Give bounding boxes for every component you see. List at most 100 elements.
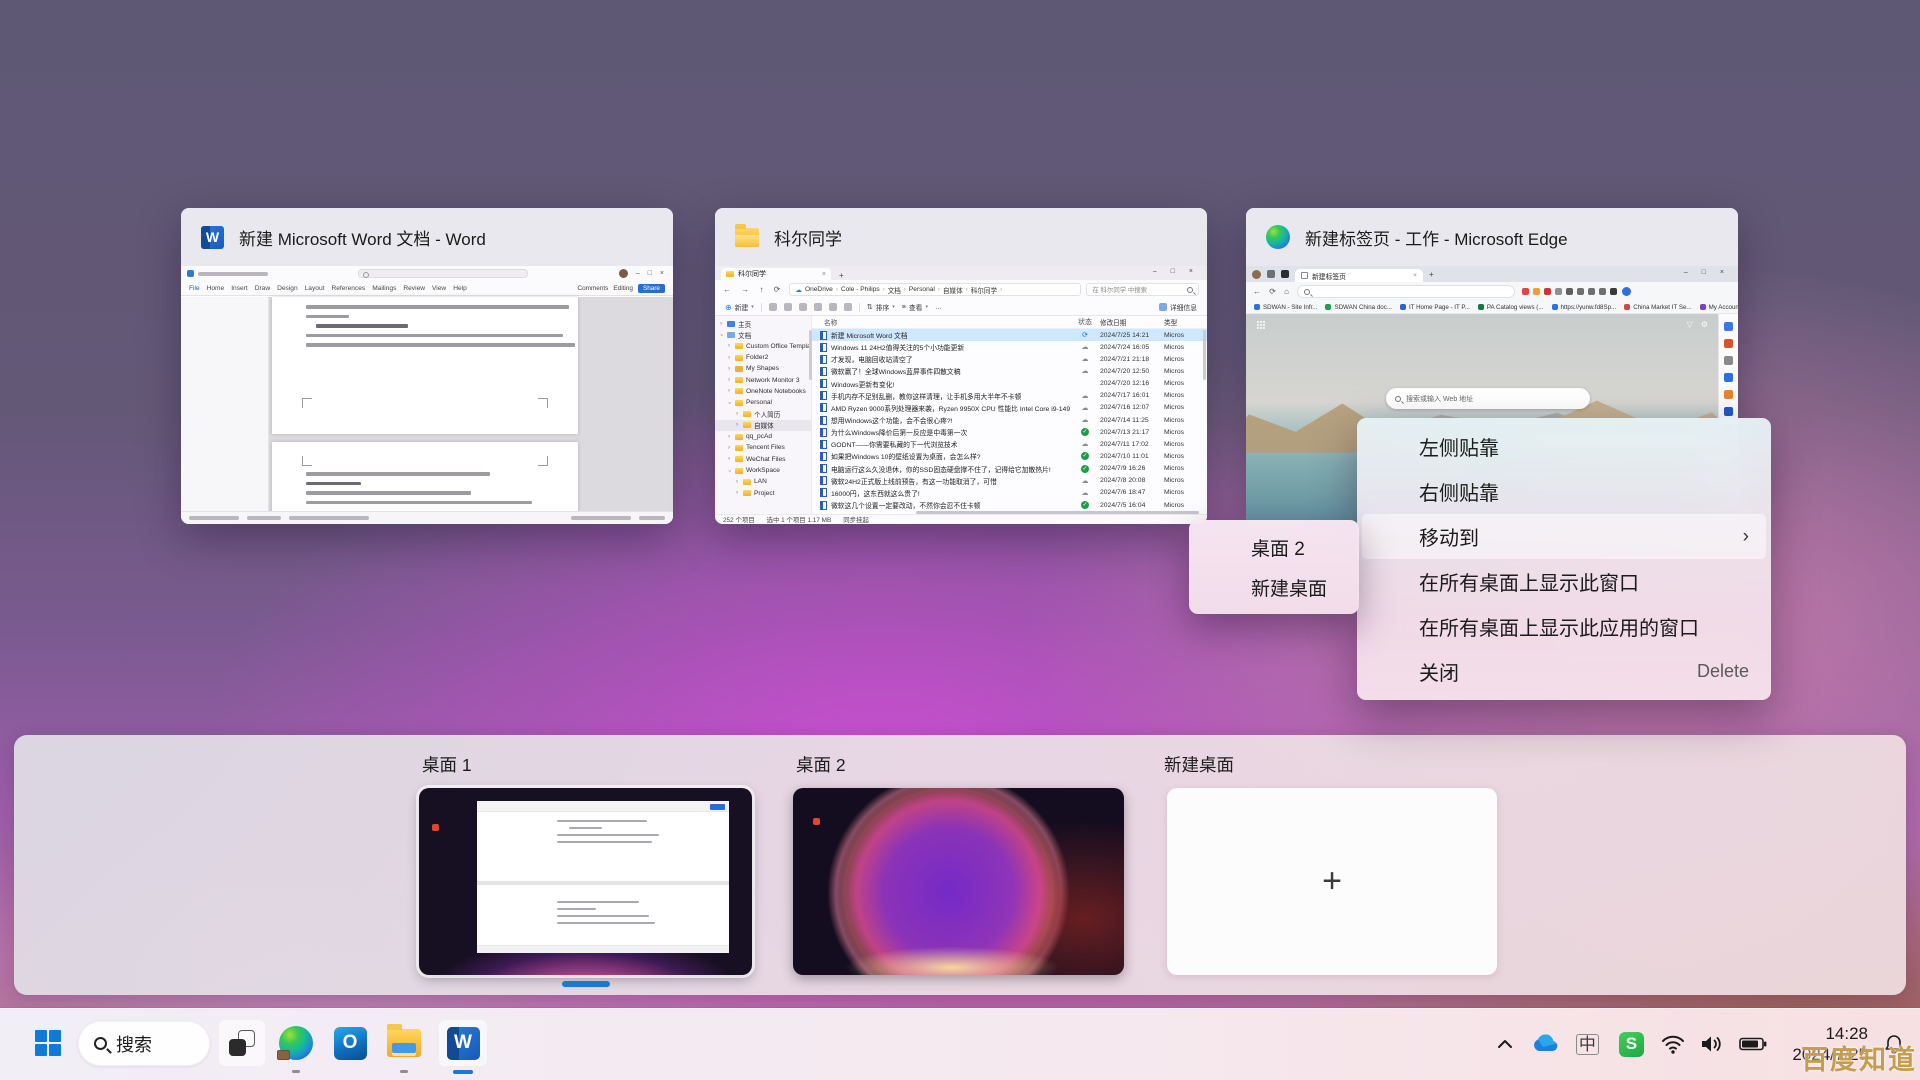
ribbon-share-button[interactable]: Share bbox=[638, 284, 665, 293]
ribbon-comments-button[interactable]: Comments bbox=[577, 285, 608, 292]
file-row[interactable]: 新建 Microsoft Word 文档⟳2024/7/25 14:21Micr… bbox=[812, 329, 1207, 341]
tray-chevron-up-icon[interactable] bbox=[1488, 1039, 1522, 1049]
file-row[interactable]: 为什么Windows降价后第一反应是中毒第一次✓2024/7/13 21:17M… bbox=[812, 426, 1207, 438]
submenu-item-0[interactable]: 桌面 2 bbox=[1189, 527, 1359, 567]
ribbon-tab-draw[interactable]: Draw bbox=[255, 285, 270, 292]
window-header-explorer[interactable]: 科尔同学 bbox=[715, 208, 1207, 266]
file-row[interactable]: 微软赢了！全球Windows蓝屏事件四散文稿☁2024/7/20 12:50Mi… bbox=[812, 365, 1207, 377]
breadcrumb-segment[interactable]: Personal bbox=[909, 286, 935, 293]
extension-gray-icon[interactable] bbox=[1555, 288, 1562, 295]
onedrive-icon[interactable] bbox=[1522, 1034, 1566, 1054]
ribbon-tab-layout[interactable]: Layout bbox=[305, 285, 325, 292]
file-row[interactable]: 手机内存不足别乱删，教你这样清理，让手机多用大半年不卡顿☁2024/7/17 1… bbox=[812, 390, 1207, 402]
bookmark-item[interactable]: IT Home Page - IT P... bbox=[1400, 304, 1470, 311]
bookmark-item[interactable]: My Account | BT Sc... bbox=[1700, 304, 1738, 311]
sidebar-item[interactable]: ›主页 bbox=[715, 318, 811, 329]
sidebar-item[interactable]: ›自媒体 bbox=[715, 420, 811, 431]
file-row[interactable]: AMD Ryzen 9000系列处理器来袭，Ryzen 9950X CPU 性能… bbox=[812, 402, 1207, 414]
sidebar-item[interactable]: ›OneNote Notebooks bbox=[715, 386, 811, 397]
new-desktop-tile[interactable]: + bbox=[1167, 788, 1497, 975]
desktop-2-thumbnail[interactable] bbox=[793, 788, 1124, 975]
window-header-word[interactable]: W 新建 Microsoft Word 文档 - Word bbox=[181, 208, 673, 266]
start-button[interactable] bbox=[24, 1019, 72, 1067]
sogou-icon[interactable]: S bbox=[1608, 1032, 1654, 1057]
sidebar-item[interactable]: ›Network Monitor 3 bbox=[715, 374, 811, 385]
breadcrumb-segment[interactable]: 文档 bbox=[888, 285, 901, 295]
vertical-scrollbar[interactable] bbox=[1203, 330, 1206, 380]
ribbon-tab-review[interactable]: Review bbox=[403, 285, 425, 292]
taskbar-edge-button[interactable] bbox=[272, 1019, 320, 1067]
ribbon-tab-design[interactable]: Design bbox=[277, 285, 298, 292]
breadcrumb-segment[interactable]: 自媒体 bbox=[943, 285, 963, 295]
sidebar-item[interactable]: ›My Shapes bbox=[715, 363, 811, 374]
menu-item-3[interactable]: 在所有桌面上显示此窗口 bbox=[1357, 559, 1771, 604]
sidebar-item[interactable]: ›文档 bbox=[715, 329, 811, 340]
tools-icon[interactable] bbox=[1724, 356, 1733, 365]
menu-item-5[interactable]: 关闭Delete bbox=[1357, 649, 1771, 694]
breadcrumb-segment[interactable]: OneDrive bbox=[805, 286, 833, 293]
taskbar-outlook-button[interactable]: O bbox=[326, 1019, 374, 1067]
file-row[interactable]: 微软这几个设置一定要改动，不然你会忍不住卡顿✓2024/7/5 16:04Mic… bbox=[812, 499, 1207, 511]
favorites-icon[interactable] bbox=[1588, 288, 1595, 295]
ribbon-tab-home[interactable]: Home bbox=[207, 285, 225, 292]
office-icon[interactable] bbox=[1724, 390, 1733, 399]
bookmark-item[interactable]: China Market IT Se... bbox=[1624, 304, 1691, 311]
file-row[interactable]: 电脑运行这么久没退休，你的SSD固态硬盘撑不住了，记得给它加散热片!✓2024/… bbox=[812, 463, 1207, 475]
file-row[interactable]: Windows更新有变化!2024/7/20 12:16Micros bbox=[812, 378, 1207, 390]
file-row[interactable]: 16000円，这东西就这么贵了!☁2024/7/6 18:47Micros bbox=[812, 487, 1207, 499]
volume-icon[interactable] bbox=[1692, 1034, 1732, 1054]
more-icon[interactable] bbox=[1610, 288, 1617, 295]
file-row[interactable]: 想用Windows这个功能，会不会很心疼?!☁2024/7/14 11:25Mi… bbox=[812, 414, 1207, 426]
file-row[interactable]: 微软24H2正式版上线前预告，有这一功能取消了，可惜☁2024/7/8 20:0… bbox=[812, 475, 1207, 487]
desktop-2-label[interactable]: 桌面 2 bbox=[796, 752, 846, 777]
split-screen-icon[interactable] bbox=[1577, 288, 1584, 295]
taskbar-word-button[interactable]: W bbox=[438, 1019, 488, 1067]
window-thumbnail-word[interactable]: W 新建 Microsoft Word 文档 - Word – □ × File… bbox=[181, 208, 673, 524]
extension-red-icon[interactable] bbox=[1544, 288, 1551, 295]
extension-orange-icon[interactable] bbox=[1533, 288, 1540, 295]
battery-icon[interactable] bbox=[1732, 1036, 1774, 1052]
bookmark-item[interactable]: https://yunw.fd8Sp... bbox=[1552, 304, 1617, 311]
shopping-side-icon[interactable] bbox=[1724, 339, 1733, 348]
sidebar-item[interactable]: ›WorkSpace bbox=[715, 465, 811, 476]
ribbon-tab-file[interactable]: File bbox=[189, 285, 200, 292]
ribbon-tab-mailings[interactable]: Mailings bbox=[372, 285, 396, 292]
bookmark-item[interactable]: PA Catalog views (... bbox=[1478, 304, 1544, 311]
file-row[interactable]: GODNT——你需要私藏的下一代浏览技术☁2024/7/11 17:02Micr… bbox=[812, 438, 1207, 450]
sidebar-item[interactable]: ›qq_pcAd bbox=[715, 431, 811, 442]
collections-icon[interactable] bbox=[1599, 288, 1606, 295]
copilot-icon[interactable] bbox=[1724, 322, 1733, 331]
menu-item-2[interactable]: 移动到› bbox=[1362, 514, 1766, 559]
ribbon-tab-insert[interactable]: Insert bbox=[231, 285, 248, 292]
submenu-item-1[interactable]: 新建桌面 bbox=[1189, 567, 1359, 607]
desktop-1-thumbnail[interactable] bbox=[419, 788, 752, 975]
sidebar-item[interactable]: ›Personal bbox=[715, 397, 811, 408]
file-row[interactable]: 才发现，电脑回收站清空了☁2024/7/21 21:18Micros bbox=[812, 353, 1207, 365]
breadcrumb-segment[interactable]: Cole - Philips bbox=[841, 286, 880, 293]
ime-language-icon[interactable]: 中 bbox=[1566, 1034, 1608, 1055]
menu-item-0[interactable]: 左侧贴靠 bbox=[1357, 424, 1771, 469]
window-header-edge[interactable]: 新建标签页 - 工作 - Microsoft Edge bbox=[1246, 208, 1738, 266]
sidebar-item[interactable]: ›LAN bbox=[715, 476, 811, 487]
sync-icon[interactable] bbox=[1566, 288, 1573, 295]
sidebar-item[interactable]: ›Project bbox=[715, 487, 811, 498]
window-thumbnail-explorer[interactable]: 科尔同学 科尔同学 × + – □ × ← → ↑ ⟳ ☁OneDrive›Co… bbox=[715, 208, 1207, 524]
ribbon-tab-help[interactable]: Help bbox=[453, 285, 467, 292]
sidebar-item[interactable]: ›WeChat Files bbox=[715, 454, 811, 465]
desktop-1-label[interactable]: 桌面 1 bbox=[422, 752, 472, 777]
sidebar-item[interactable]: ›Tencent Files bbox=[715, 442, 811, 453]
shopping-icon[interactable] bbox=[1522, 288, 1529, 295]
file-row[interactable]: 如果把Windows 10的壁纸设置为桌面，会怎么样?✓2024/7/10 11… bbox=[812, 450, 1207, 462]
bookmark-item[interactable]: SDWAN - Site Infr... bbox=[1254, 304, 1317, 311]
menu-item-4[interactable]: 在所有桌面上显示此应用的窗口 bbox=[1357, 604, 1771, 649]
breadcrumb-segment[interactable]: 科尔同学 bbox=[971, 285, 997, 295]
new-desktop-label[interactable]: 新建桌面 bbox=[1164, 752, 1234, 777]
ribbon-tab-view[interactable]: View bbox=[432, 285, 446, 292]
sidebar-item[interactable]: ›个人简历 bbox=[715, 408, 811, 419]
outlook-side-icon[interactable] bbox=[1724, 373, 1733, 382]
taskbar-search[interactable]: 搜索 bbox=[78, 1021, 210, 1066]
sidebar-item[interactable]: ›Folder2 bbox=[715, 352, 811, 363]
ribbon-tab-references[interactable]: References bbox=[331, 285, 365, 292]
ribbon-editing-button[interactable]: Editing bbox=[613, 285, 633, 292]
taskbar-explorer-button[interactable] bbox=[380, 1019, 428, 1067]
